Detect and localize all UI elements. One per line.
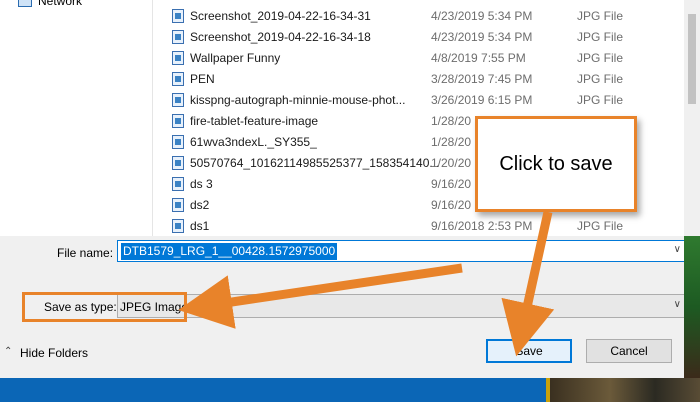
background-photo-edge [684,236,700,378]
background-photo [550,378,700,402]
arrow-to-save-button [501,211,555,357]
arrow-to-save-as-type [178,263,463,329]
desktop-background [0,378,700,402]
background-blue-strip [0,378,546,402]
annotation-arrows [178,211,555,357]
